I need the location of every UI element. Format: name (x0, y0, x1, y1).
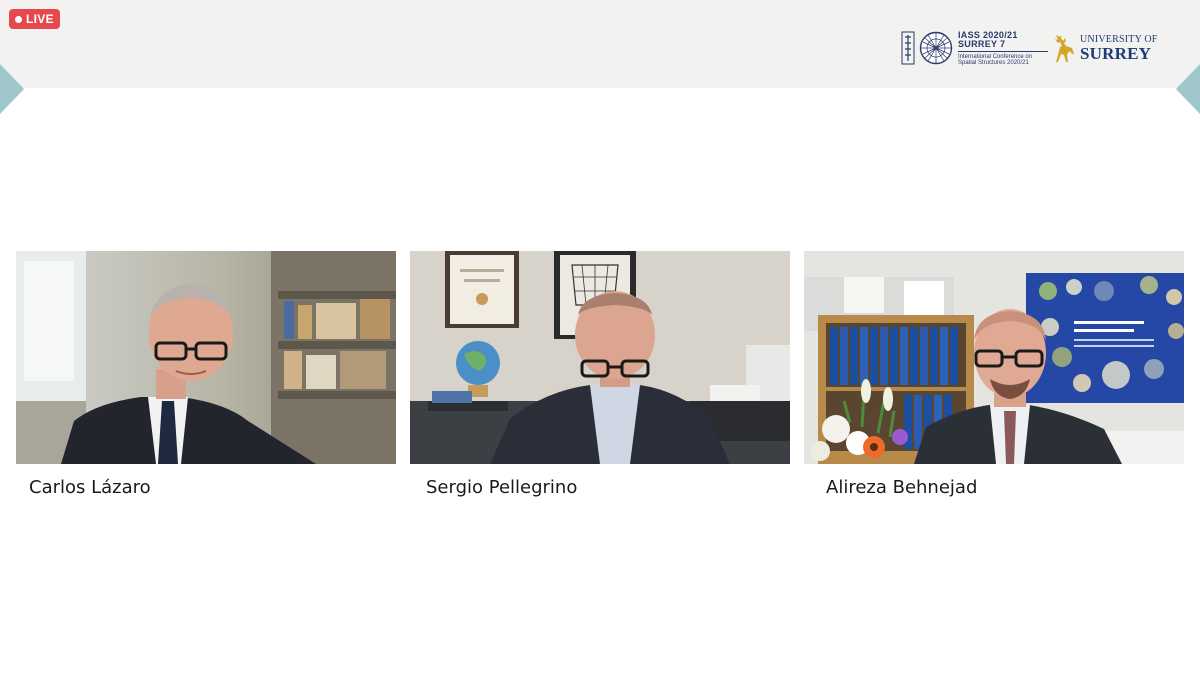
live-dot-icon (15, 15, 22, 23)
left-accent-triangle (0, 64, 24, 114)
video-feed-2 (410, 251, 790, 464)
stag-icon (1055, 35, 1074, 62)
participant-name-1: Carlos Lázaro (29, 477, 151, 498)
right-accent-triangle (1176, 64, 1200, 114)
video-feed-3 (804, 251, 1184, 464)
conference-tagline-2: Spatial Structures 2020/21 (958, 59, 1029, 66)
university-of-label: UNIVERSITY OF (1080, 33, 1158, 45)
conference-logo: IASS 2020/21 SURREY 7 International Conf… (901, 29, 1048, 67)
geodesic-globe-icon (919, 31, 953, 65)
university-name: SURREY (1080, 43, 1152, 63)
video-tile-sergio-pellegrino[interactable] (410, 251, 790, 464)
conference-divider (958, 50, 1048, 52)
conference-subtitle: SURREY 7 (958, 38, 1006, 49)
live-badge: LIVE (9, 9, 60, 29)
live-label: LIVE (26, 12, 54, 26)
video-feed-1 (16, 251, 396, 464)
video-tile-carlos-lazaro[interactable] (16, 251, 396, 464)
participant-name-2: Sergio Pellegrino (426, 477, 578, 498)
university-logo: UNIVERSITY OF SURREY (1050, 32, 1158, 64)
iass-mark-icon (901, 31, 915, 65)
video-tile-alireza-behnejad[interactable] (804, 251, 1184, 464)
conference-banner: LIVE IASS 2020/21 SURREY 7 International… (0, 0, 1200, 88)
participant-name-3: Alireza Behnejad (826, 477, 978, 498)
